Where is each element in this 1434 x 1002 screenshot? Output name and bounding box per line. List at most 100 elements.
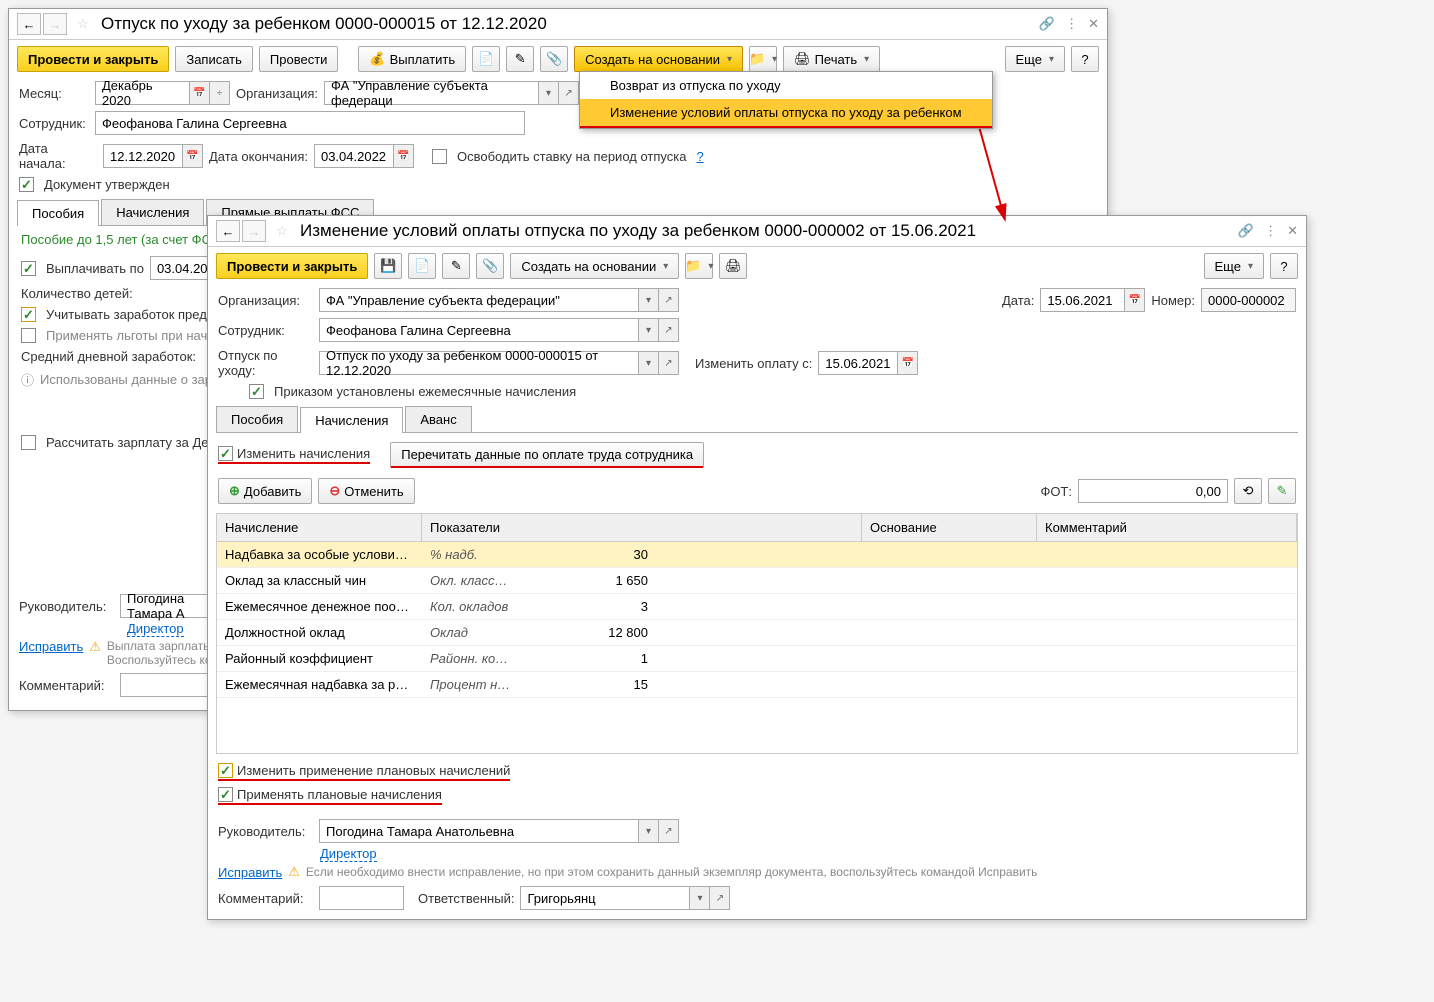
calc-dec-checkbox[interactable] <box>21 435 36 450</box>
approved-checkbox[interactable] <box>19 177 34 192</box>
print-icon-button[interactable]: 🖨 <box>719 253 747 279</box>
tab-advance[interactable]: Аванс <box>405 406 471 432</box>
table-row[interactable]: Ежемесячное денежное поощре… Кол. окладо… <box>217 594 1297 620</box>
calendar-icon[interactable]: 📅 <box>190 81 210 105</box>
open-icon[interactable]: ↗ <box>659 318 679 342</box>
dropdown-icon[interactable]: ▾ <box>539 81 559 105</box>
pay-to-checkbox[interactable] <box>21 261 36 276</box>
create-based-button[interactable]: Создать на основании <box>510 253 679 279</box>
table-row[interactable]: Должностной оклад Оклад 12 800 <box>217 620 1297 646</box>
kebab-menu-icon[interactable]: ⋮ <box>1264 223 1277 239</box>
change-from-field[interactable]: 15.06.2021 <box>818 351 898 375</box>
use-prev-checkbox[interactable] <box>21 307 36 322</box>
open-icon[interactable]: ↗ <box>659 351 679 375</box>
date-start-field[interactable]: 12.12.2020 <box>103 144 183 168</box>
tab-accruals[interactable]: Начисления <box>101 199 204 225</box>
edit-icon-button[interactable]: ✎ <box>442 253 470 279</box>
manager-field[interactable]: Погодина Тамара Анатольевна <box>319 819 639 843</box>
edit-icon-button[interactable]: ✎ <box>506 46 534 72</box>
org-field[interactable]: ФА "Управление субъекта федераци <box>324 81 539 105</box>
tab-accruals[interactable]: Начисления <box>300 407 403 433</box>
folder-icon-button[interactable]: 📁 <box>749 46 777 72</box>
attach-icon-button[interactable]: 📎 <box>540 46 568 72</box>
fot-field[interactable]: 0,00 <box>1078 479 1228 503</box>
th-name[interactable]: Начисление <box>217 514 422 541</box>
nav-back-button[interactable]: ← <box>17 13 41 35</box>
date-end-field[interactable]: 03.04.2022 <box>314 144 394 168</box>
org-field[interactable]: ФА "Управление субъекта федерации" <box>319 288 639 312</box>
nav-forward-button[interactable]: → <box>43 13 67 35</box>
document-icon-button[interactable]: 📄 <box>408 253 436 279</box>
create-based-button[interactable]: Создать на основании <box>574 46 743 72</box>
pay-button[interactable]: 💰Выплатить <box>358 46 466 72</box>
nav-back-button[interactable]: ← <box>216 220 240 242</box>
position-link[interactable]: Директор <box>320 846 377 862</box>
th-comment[interactable]: Комментарий <box>1037 514 1297 541</box>
fix-link[interactable]: Исправить <box>218 865 282 880</box>
close-icon[interactable]: ✕ <box>1287 223 1298 239</box>
post-and-close-button[interactable]: Провести и закрыть <box>17 46 169 72</box>
calendar-icon[interactable]: 📅 <box>394 144 414 168</box>
employee-field[interactable]: Феофанова Галина Сергеевна <box>95 111 525 135</box>
free-rate-checkbox[interactable] <box>432 149 447 164</box>
document-icon-button[interactable]: 📄 <box>472 46 500 72</box>
favorite-star-icon[interactable]: ☆ <box>73 14 93 34</box>
dropdown-item-return[interactable]: Возврат из отпуска по уходу <box>580 72 992 99</box>
help-button[interactable]: ? <box>1071 46 1099 72</box>
order-set-checkbox[interactable] <box>249 384 264 399</box>
calendar-icon[interactable]: 📅 <box>898 351 918 375</box>
fix-link[interactable]: Исправить <box>19 639 83 654</box>
table-row[interactable]: Надбавка за особые условия слу… % надб. … <box>217 542 1297 568</box>
leave-field[interactable]: Отпуск по уходу за ребенком 0000-000015 … <box>319 351 639 375</box>
kebab-menu-icon[interactable]: ⋮ <box>1065 16 1078 32</box>
attach-icon-button[interactable]: 📎 <box>476 253 504 279</box>
responsible-field[interactable]: Григорьянц <box>520 886 690 910</box>
cancel-button[interactable]: ⊖Отменить <box>318 478 414 504</box>
apply-benefits-checkbox[interactable] <box>21 328 36 343</box>
tab-benefits[interactable]: Пособия <box>216 406 298 432</box>
tab-benefits[interactable]: Пособия <box>17 200 99 226</box>
favorite-star-icon[interactable]: ☆ <box>272 221 292 241</box>
save-icon-button[interactable]: 💾 <box>374 253 402 279</box>
month-field[interactable]: Декабрь 2020 <box>95 81 190 105</box>
position-link[interactable]: Директор <box>127 621 184 637</box>
date-field[interactable]: 15.06.2021 <box>1040 288 1125 312</box>
table-row[interactable]: Районный коэффициент Районн. ко… 1 <box>217 646 1297 672</box>
link-icon[interactable]: 🔗 <box>1238 223 1254 239</box>
edit-fot-button[interactable]: ✎ <box>1268 478 1296 504</box>
stepper-icon[interactable]: ÷ <box>210 81 230 105</box>
table-row[interactable]: Ежемесячная надбавка за работ… Процент н… <box>217 672 1297 698</box>
dropdown-icon[interactable]: ▾ <box>639 288 659 312</box>
employee-field[interactable]: Феофанова Галина Сергеевна <box>319 318 639 342</box>
more-button[interactable]: Еще <box>1204 253 1264 279</box>
open-icon[interactable]: ↗ <box>559 81 579 105</box>
add-button[interactable]: ⊕Добавить <box>218 478 312 504</box>
more-button[interactable]: Еще <box>1005 46 1065 72</box>
folder-icon-button[interactable]: 📁 <box>685 253 713 279</box>
change-accruals-checkbox[interactable] <box>218 446 233 461</box>
open-icon[interactable]: ↗ <box>710 886 730 910</box>
dropdown-icon[interactable]: ▾ <box>639 819 659 843</box>
comment-field[interactable] <box>319 886 404 910</box>
save-button[interactable]: Записать <box>175 46 253 72</box>
th-indicators[interactable]: Показатели <box>422 514 862 541</box>
post-button[interactable]: Провести <box>259 46 339 72</box>
help-link-icon[interactable]: ? <box>696 149 703 164</box>
link-icon[interactable]: 🔗 <box>1039 16 1055 32</box>
th-base[interactable]: Основание <box>862 514 1037 541</box>
print-button[interactable]: 🖨 Печать <box>783 46 880 72</box>
dropdown-item-change-conditions[interactable]: Изменение условий оплаты отпуска по уход… <box>580 99 992 128</box>
open-icon[interactable]: ↗ <box>659 288 679 312</box>
calendar-icon[interactable]: 📅 <box>1125 288 1145 312</box>
dropdown-icon[interactable]: ▾ <box>690 886 710 910</box>
nav-forward-button[interactable]: → <box>242 220 266 242</box>
open-icon[interactable]: ↗ <box>659 819 679 843</box>
apply-plan-checkbox[interactable] <box>218 787 233 802</box>
dropdown-icon[interactable]: ▾ <box>639 318 659 342</box>
comment-field[interactable] <box>120 673 220 697</box>
calendar-icon[interactable]: 📅 <box>183 144 203 168</box>
reread-button[interactable]: Перечитать данные по оплате труда сотруд… <box>390 442 704 468</box>
refresh-button[interactable]: ⟲ <box>1234 478 1262 504</box>
change-plan-checkbox[interactable] <box>218 763 233 778</box>
close-icon[interactable]: ✕ <box>1088 16 1099 32</box>
